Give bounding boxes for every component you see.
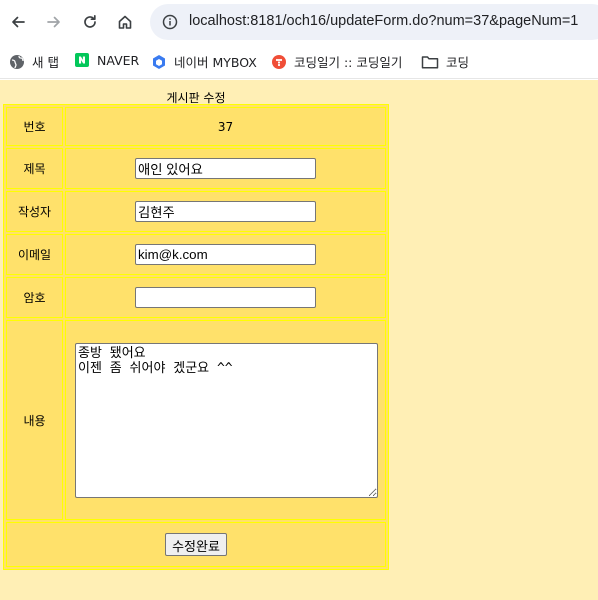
email-label: 이메일 bbox=[6, 234, 63, 275]
update-form-table: 번호 37 제목 작성자 이메일 암호 내용 bbox=[3, 104, 389, 570]
content-textarea[interactable]: 종방 됐어요 이젠 좀 쉬어야 겠군요 ^^ bbox=[75, 342, 378, 498]
site-info-icon[interactable] bbox=[162, 14, 178, 34]
url-text: localhost:8181/och16/updateForm.do?num=3… bbox=[189, 13, 579, 29]
folder-icon bbox=[421, 54, 439, 70]
bookmark-coding-diary[interactable]: 코딩일기 :: 코딩일기 bbox=[271, 52, 402, 71]
tistory-icon bbox=[271, 54, 287, 70]
forward-button[interactable] bbox=[36, 4, 72, 40]
reload-button[interactable] bbox=[72, 4, 108, 40]
globe-icon bbox=[9, 54, 25, 70]
writer-input[interactable] bbox=[135, 201, 316, 222]
home-button[interactable] bbox=[107, 4, 143, 40]
back-button[interactable] bbox=[0, 4, 36, 40]
back-arrow-icon bbox=[10, 14, 26, 30]
subject-input[interactable] bbox=[135, 158, 316, 179]
subject-row: 제목 bbox=[6, 148, 386, 189]
password-label: 암호 bbox=[6, 277, 63, 318]
bookmark-folder-coding[interactable]: 코딩 bbox=[421, 52, 469, 71]
content-label: 내용 bbox=[6, 320, 63, 520]
home-icon bbox=[117, 14, 133, 30]
writer-label: 작성자 bbox=[6, 191, 63, 232]
num-value: 37 bbox=[65, 107, 386, 146]
bookmark-label: 코딩일기 :: 코딩일기 bbox=[294, 55, 403, 70]
page-content: 게시판 수정 번호 37 제목 작성자 이메일 암호 bbox=[0, 80, 598, 600]
address-bar[interactable]: localhost:8181/och16/updateForm.do?num=3… bbox=[150, 4, 598, 40]
subject-label: 제목 bbox=[6, 148, 63, 189]
naver-icon bbox=[74, 52, 90, 68]
bookmark-label: NAVER bbox=[97, 52, 140, 68]
bookmark-mybox[interactable]: 네이버 MYBOX bbox=[151, 52, 257, 71]
bookmark-new-tab[interactable]: 새 탭 bbox=[9, 52, 59, 71]
email-row: 이메일 bbox=[6, 234, 386, 275]
mybox-icon bbox=[151, 54, 167, 70]
submit-row: 수정완료 bbox=[6, 522, 386, 567]
writer-row: 작성자 bbox=[6, 191, 386, 232]
bookmark-naver[interactable]: NAVER bbox=[74, 52, 139, 68]
bookmarks-bar: 새 탭 NAVER 네이버 MYBOX 코딩일기 :: 코딩일기 코딩 bbox=[0, 44, 598, 79]
bookmark-label: 새 탭 bbox=[32, 55, 59, 70]
password-input[interactable] bbox=[135, 287, 316, 308]
reload-icon bbox=[82, 14, 98, 30]
bookmark-label: 코딩 bbox=[446, 55, 470, 70]
num-label: 번호 bbox=[6, 107, 63, 146]
email-input[interactable] bbox=[135, 244, 316, 265]
num-row: 번호 37 bbox=[6, 107, 386, 146]
browser-toolbar: localhost:8181/och16/updateForm.do?num=3… bbox=[0, 0, 598, 44]
submit-button[interactable]: 수정완료 bbox=[165, 533, 227, 556]
forward-arrow-icon bbox=[46, 14, 62, 30]
password-row: 암호 bbox=[6, 277, 386, 318]
bookmark-label: 네이버 MYBOX bbox=[174, 55, 257, 70]
content-row: 내용 종방 됐어요 이젠 좀 쉬어야 겠군요 ^^ bbox=[6, 320, 386, 520]
